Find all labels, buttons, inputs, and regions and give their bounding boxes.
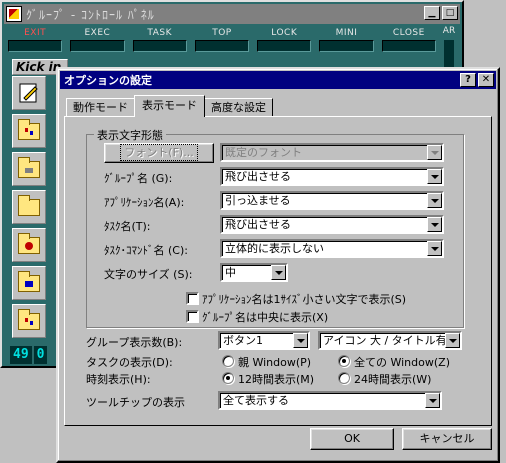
disk-icon[interactable] (12, 152, 46, 186)
tooltip-label: ツールチップの表示 (86, 396, 185, 409)
status-count: 49 (10, 346, 32, 364)
help-button[interactable]: ? (460, 73, 476, 87)
clock-12h-radio[interactable] (222, 372, 234, 384)
command-bar: EXIT EXEC TASK TOP LOCK MINI CLOSE (4, 26, 440, 58)
app-icon[interactable] (6, 6, 22, 22)
font-select[interactable]: 既定のフォント (220, 143, 444, 162)
clock-24h-label: 24時間表示(W) (354, 373, 432, 386)
record-folder-icon[interactable] (12, 228, 46, 262)
task-command-name-select[interactable]: 立体的に表示しない (220, 239, 444, 258)
cmd-task-button[interactable]: TASK (129, 26, 191, 58)
clock-24h-radio[interactable] (338, 372, 350, 384)
group-center-checkbox[interactable] (186, 310, 199, 323)
status-count-2: 0 (33, 346, 48, 364)
font-size-label: 文字のサイズ (S): (104, 268, 193, 281)
launcher-titlebar[interactable]: ｸﾞﾙｰﾌﾟ - ｺﾝﾄﾛｰﾙ ﾊﾟﾈﾙ ▁ □ (4, 4, 460, 24)
app-name-select[interactable]: 引っ込ませる (220, 191, 444, 210)
launcher-icon-column (12, 76, 48, 346)
dropdown-arrow-icon[interactable] (271, 265, 286, 280)
group-name-select[interactable]: 飛び出させる (220, 167, 444, 186)
task-name-select[interactable]: 飛び出させる (220, 215, 444, 234)
group-name-label: ｸﾞﾙｰﾌﾟ名 (G): (104, 172, 173, 185)
group-center-label: ｸﾞﾙｰﾌﾟ名は中央に表示(X) (202, 311, 329, 324)
small-app-name-checkbox[interactable] (186, 292, 199, 305)
task-parent-window-label: 親 Window(P) (238, 356, 312, 369)
dropdown-arrow-icon[interactable] (425, 393, 440, 408)
cancel-button[interactable]: キャンセル (402, 428, 492, 450)
app-name-value: 引っ込ませる (225, 194, 291, 207)
font-button[interactable]: フォント(F)... (104, 143, 214, 163)
font-size-value: 中 (225, 266, 236, 279)
ok-button[interactable]: OK (310, 428, 394, 450)
tab-behavior-mode[interactable]: 動作モード (66, 98, 135, 117)
task-command-name-label: ﾀｽｸ･ｺﾏﾝﾄﾞ名 (C): (104, 244, 188, 257)
clock-12h-label: 12時間表示(M) (238, 373, 315, 386)
cmd-top-button[interactable]: TOP (191, 26, 253, 58)
notepad-icon[interactable] (12, 76, 46, 110)
tab-strip: 動作モード 表示モード 高度な設定 (66, 95, 273, 117)
font-button-label: フォント(F)... (120, 144, 198, 161)
dropdown-arrow-icon[interactable] (427, 145, 442, 160)
cmd-exec-button[interactable]: EXEC (66, 26, 128, 58)
minimize-button[interactable]: ▁ (424, 6, 440, 20)
tab-display-mode[interactable]: 表示モード (134, 95, 205, 117)
dropdown-arrow-icon[interactable] (427, 169, 442, 184)
cmd-mini-button[interactable]: MINI (315, 26, 377, 58)
task-parent-window-radio[interactable] (222, 355, 234, 367)
maximize-button[interactable]: □ (442, 6, 458, 20)
dialog-titlebar[interactable]: オプションの設定 ? ✕ (60, 71, 496, 89)
dropdown-arrow-icon[interactable] (427, 217, 442, 232)
font-size-select[interactable]: 中 (220, 263, 288, 282)
text-style-group-title: 表示文字形態 (94, 127, 166, 143)
share-folder-icon[interactable] (12, 266, 46, 300)
network-folder-icon[interactable] (12, 114, 46, 148)
font-value: 既定のフォント (225, 146, 302, 159)
dropdown-arrow-icon[interactable] (293, 333, 308, 348)
cmd-lock-button[interactable]: LOCK (253, 26, 315, 58)
cmd-close-button[interactable]: CLOSE (378, 26, 440, 58)
group-name-value: 飛び出させる (225, 170, 291, 183)
app-name-label: ｱﾌﾟﾘｹｰｼｮﾝ名(A): (104, 196, 185, 209)
network-folder-icon[interactable] (12, 304, 46, 338)
dropdown-arrow-icon[interactable] (445, 333, 460, 348)
launcher-title: ｸﾞﾙｰﾌﾟ - ｺﾝﾄﾛｰﾙ ﾊﾟﾈﾙ (26, 7, 155, 22)
task-all-window-radio[interactable] (338, 355, 350, 367)
folder-icon[interactable] (12, 190, 46, 224)
icon-style-select[interactable]: アイコン 大 / タイトル有 (318, 331, 462, 350)
task-name-label: ﾀｽｸ名(T): (104, 220, 151, 233)
icon-style-value: アイコン 大 / タイトル有 (323, 334, 447, 347)
task-name-value: 飛び出させる (225, 218, 291, 231)
close-button[interactable]: ✕ (478, 73, 494, 87)
task-display-label: タスクの表示(D): (86, 356, 173, 369)
dropdown-arrow-icon[interactable] (427, 193, 442, 208)
group-count-select[interactable]: ボタン1 (218, 331, 310, 350)
tooltip-select[interactable]: 全て表示する (218, 391, 442, 410)
group-count-value: ボタン1 (223, 334, 263, 347)
small-app-name-label: ｱﾌﾟﾘｹｰｼｮﾝ名は1ｻｲｽﾞ小さい文字で表示(S) (202, 293, 407, 306)
task-all-window-label: 全ての Window(Z) (354, 356, 450, 369)
dialog-title: オプションの設定 (64, 74, 152, 87)
tab-advanced[interactable]: 高度な設定 (204, 98, 273, 117)
ar-label: AR (442, 26, 456, 36)
tooltip-value: 全て表示する (223, 394, 289, 407)
cmd-exit-button[interactable]: EXIT (4, 26, 66, 58)
dropdown-arrow-icon[interactable] (427, 241, 442, 256)
clock-display-label: 時刻表示(H): (86, 373, 151, 386)
group-count-label: グループ表示数(B): (86, 336, 183, 349)
task-command-name-value: 立体的に表示しない (225, 242, 324, 255)
